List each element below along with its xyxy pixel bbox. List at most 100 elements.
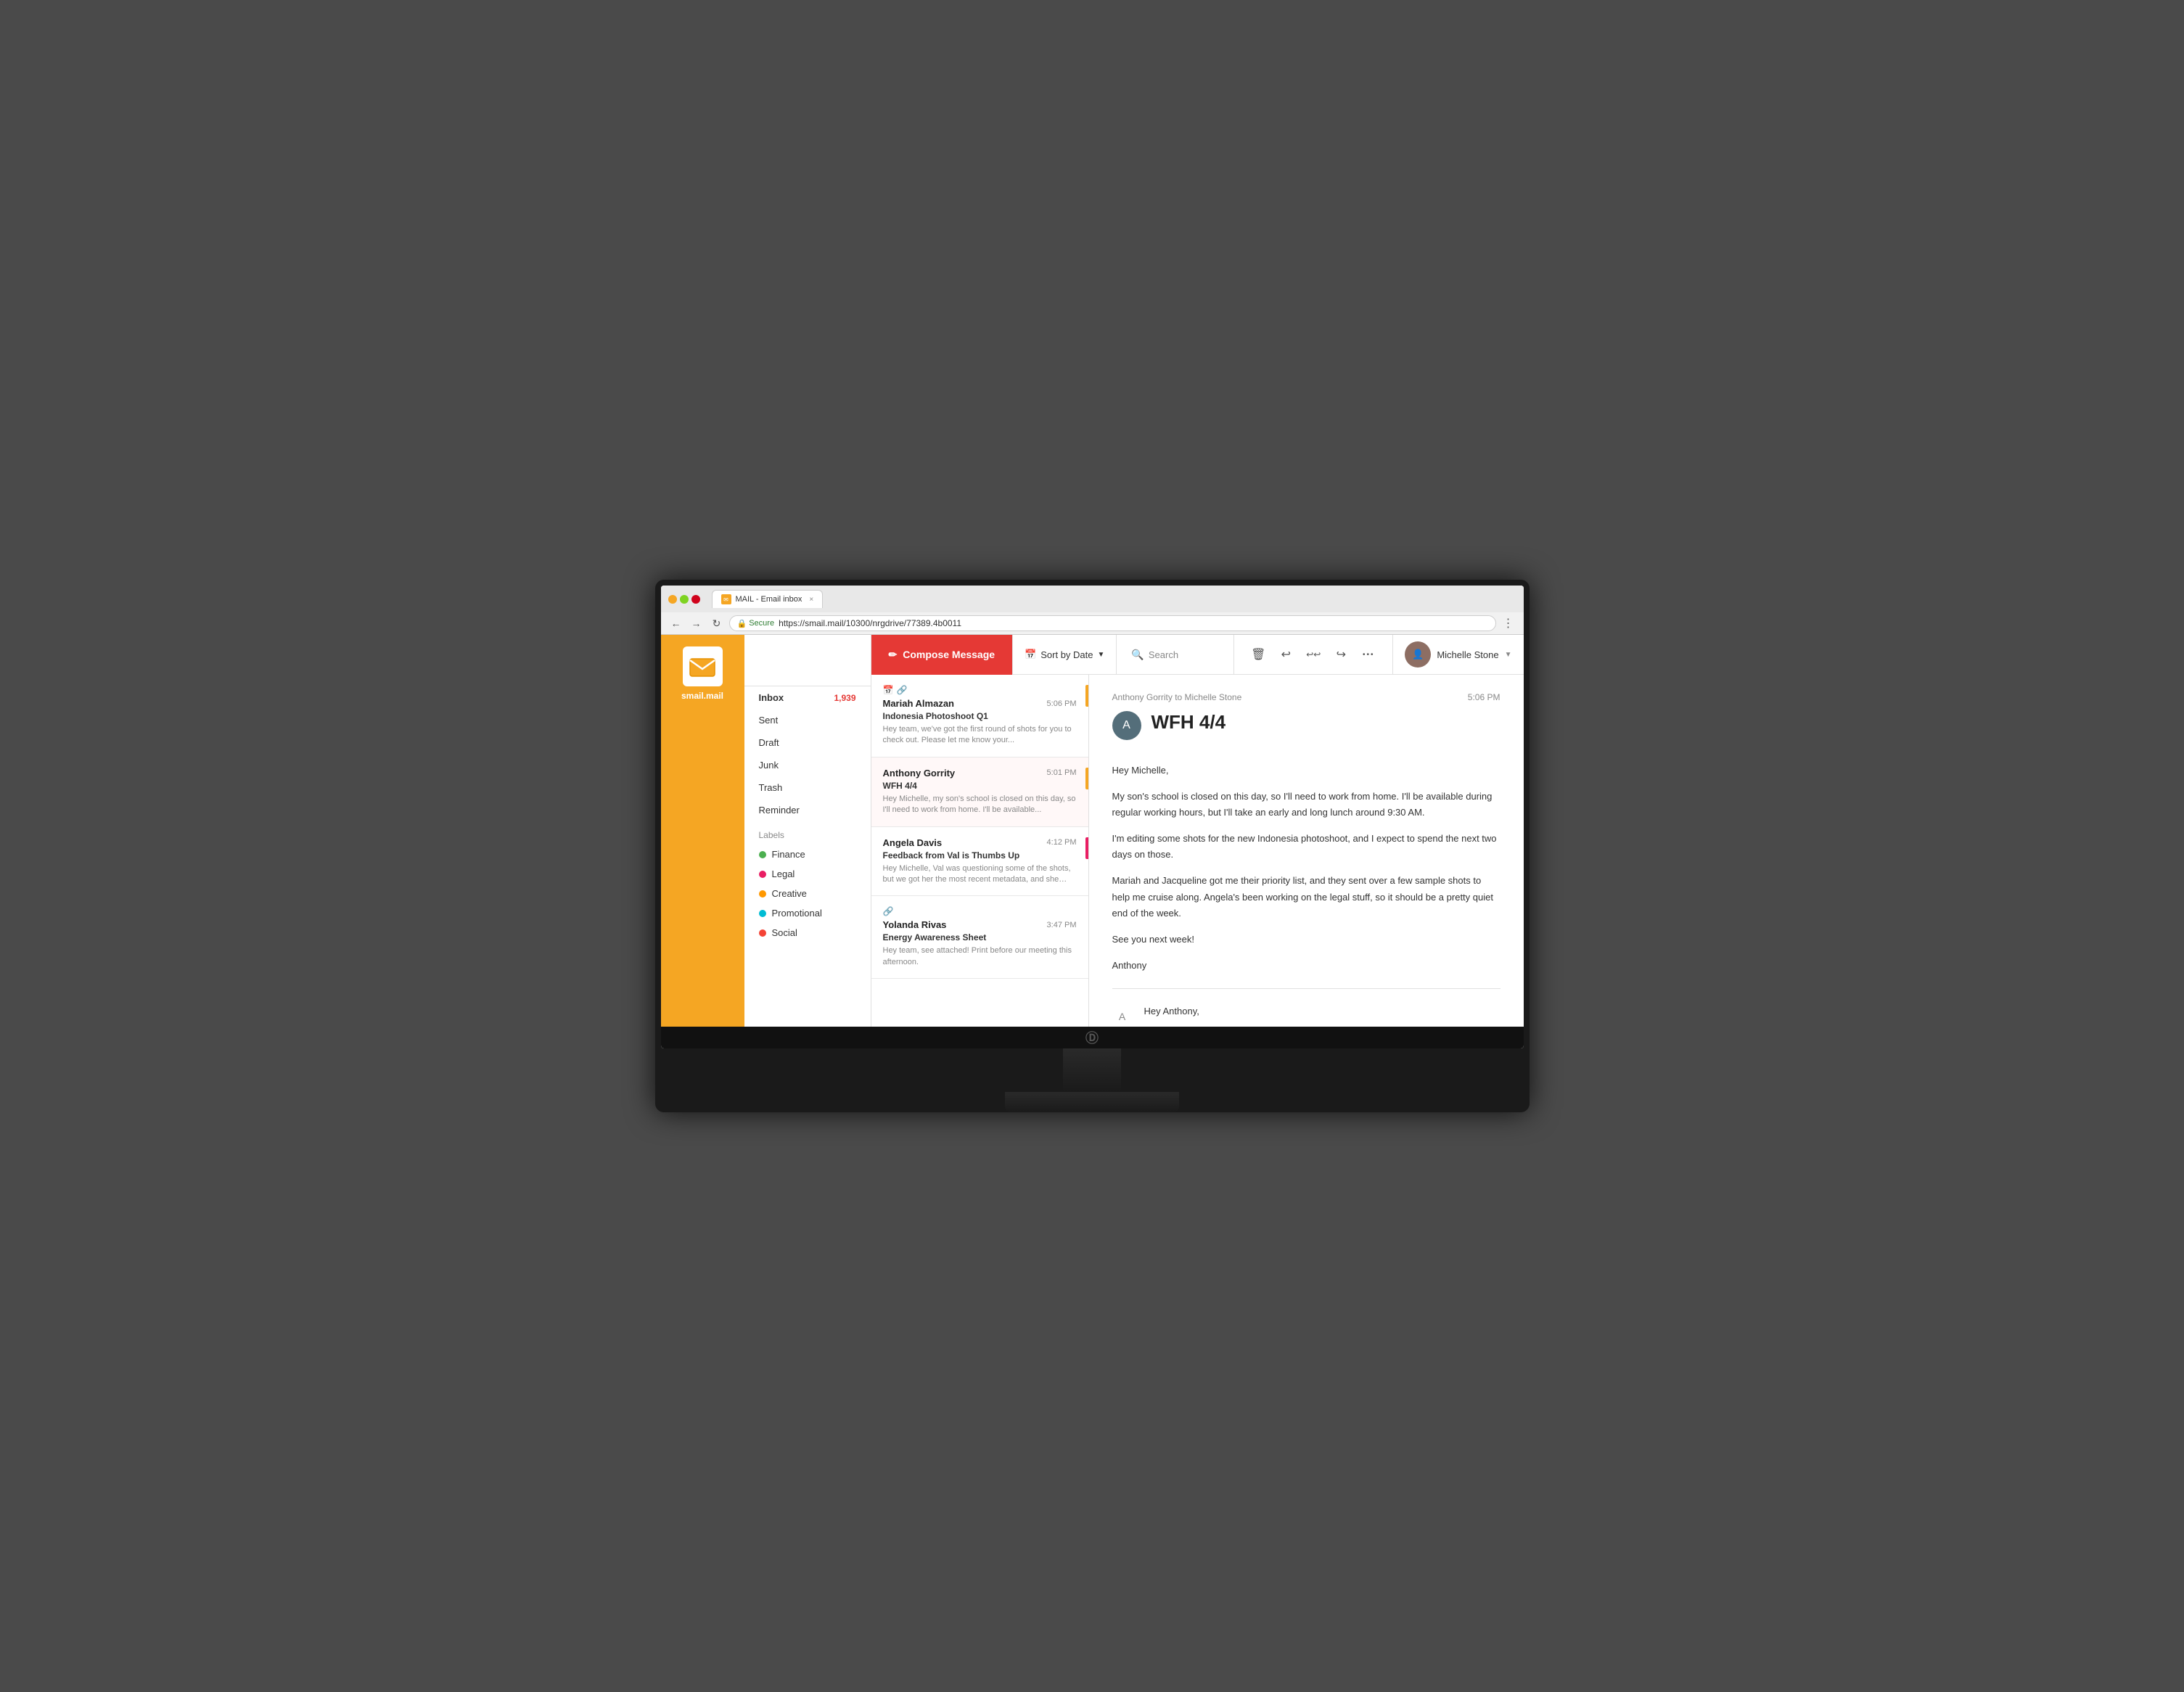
email-detail: Anthony Gorrity to Michelle Stone 5:06 P… bbox=[1089, 675, 1524, 1027]
secure-badge: 🔒 Secure bbox=[737, 619, 775, 628]
more-icon: ••• bbox=[1363, 651, 1375, 659]
email-preview: Hey team, see attached! Print before our… bbox=[883, 945, 1077, 968]
creative-dot bbox=[759, 890, 766, 898]
search-button[interactable]: 🔍 Search bbox=[1117, 635, 1234, 675]
nav-item-inbox[interactable]: Inbox 1,939 bbox=[744, 686, 871, 709]
legal-dot bbox=[759, 871, 766, 878]
inbox-badge: 1,939 bbox=[834, 693, 855, 703]
refresh-button[interactable]: ↻ bbox=[709, 615, 725, 631]
email-list: 📅 🔗 Mariah Almazan 5:06 PM Indonesia Pho… bbox=[871, 675, 1089, 1027]
avatar: 👤 bbox=[1405, 641, 1431, 668]
stand-base bbox=[1005, 1092, 1179, 1112]
label-legal[interactable]: Legal bbox=[744, 864, 871, 884]
promotional-dot bbox=[759, 910, 766, 917]
back-button[interactable]: ← bbox=[668, 615, 684, 631]
tab-title: MAIL - Email inbox bbox=[736, 595, 802, 604]
label-promotional[interactable]: Promotional bbox=[744, 903, 871, 923]
email-sender: Yolanda Rivas bbox=[883, 919, 947, 930]
close-button[interactable] bbox=[691, 595, 700, 604]
link-attachment-icon: 🔗 bbox=[883, 906, 894, 916]
monitor-bottom-bar: Ⓓ bbox=[661, 1027, 1524, 1048]
label-social[interactable]: Social bbox=[744, 923, 871, 942]
email-time: 3:47 PM bbox=[1047, 921, 1077, 929]
minimize-button[interactable] bbox=[668, 595, 677, 604]
brand-name: smail.mail bbox=[681, 691, 723, 701]
more-button[interactable]: ••• bbox=[1356, 642, 1381, 667]
toolbar: ✏ Compose Message 📅 Sort by Date ▼ 🔍 Sea… bbox=[871, 635, 1524, 675]
detail-body: Hey Michelle, My son's school is closed … bbox=[1112, 763, 1501, 974]
email-preview: Hey Michelle, Val was questioning some o… bbox=[883, 863, 1077, 886]
email-preview: Hey Michelle, my son's school is closed … bbox=[883, 794, 1077, 816]
nav-item-reminder[interactable]: Reminder bbox=[744, 799, 871, 821]
email-item[interactable]: Angela Davis 4:12 PM Feedback from Val i… bbox=[871, 827, 1088, 897]
search-icon: 🔍 bbox=[1131, 649, 1144, 661]
address-bar[interactable]: 🔒 Secure https://smail.mail/10300/nrgdri… bbox=[729, 615, 1496, 631]
reply-section: A 🔗 Hey Anthony, Family first! Make sure… bbox=[1112, 1003, 1501, 1027]
maximize-button[interactable] bbox=[680, 595, 689, 604]
social-dot bbox=[759, 929, 766, 937]
email-indicator bbox=[1085, 837, 1088, 859]
browser-tab[interactable]: ✉ MAIL - Email inbox × bbox=[712, 590, 824, 608]
detail-subject: WFH 4/4 bbox=[1151, 711, 1226, 734]
email-item[interactable]: Anthony Gorrity 5:01 PM WFH 4/4 Hey Mich… bbox=[871, 757, 1088, 827]
nav-item-draft[interactable]: Draft bbox=[744, 731, 871, 754]
email-preview: Hey team, we've got the first round of s… bbox=[883, 724, 1077, 747]
email-indicator bbox=[1085, 685, 1088, 707]
delete-icon: 🗑 bbox=[1251, 647, 1265, 662]
finance-dot bbox=[759, 851, 766, 858]
forward-button[interactable]: → bbox=[689, 615, 705, 631]
delete-button[interactable]: 🗑 bbox=[1246, 642, 1270, 667]
hp-logo: Ⓓ bbox=[1085, 1028, 1099, 1047]
email-subject: Indonesia Photoshoot Q1 bbox=[883, 711, 1077, 721]
browser-menu-button[interactable]: ⋮ bbox=[1501, 615, 1516, 631]
sender-avatar: A bbox=[1112, 711, 1141, 740]
email-sender: Anthony Gorrity bbox=[883, 768, 956, 779]
compose-button[interactable]: ✏ Compose Message bbox=[871, 635, 1013, 675]
tab-favicon: ✉ bbox=[721, 594, 731, 604]
calendar-icon: 📅 bbox=[1025, 649, 1036, 660]
labels-section-title: Labels bbox=[744, 821, 871, 845]
sort-button[interactable]: 📅 Sort by Date ▼ bbox=[1012, 635, 1117, 675]
reply-body: Hey Anthony, Family first! Make sure you… bbox=[1144, 1003, 1501, 1027]
brand-sidebar: smail.mail bbox=[661, 635, 744, 1027]
reply-text-icon: A bbox=[1112, 1006, 1133, 1027]
user-name: Michelle Stone bbox=[1437, 649, 1498, 660]
email-time: 5:01 PM bbox=[1047, 768, 1077, 777]
link-attachment-icon: 🔗 bbox=[896, 685, 907, 695]
nav-item-junk[interactable]: Junk bbox=[744, 754, 871, 776]
undo-all-icon: ↩↩ bbox=[1306, 649, 1321, 660]
email-subject: Feedback from Val is Thumbs Up bbox=[883, 850, 1077, 861]
nav-item-trash[interactable]: Trash bbox=[744, 776, 871, 799]
detail-time: 5:06 PM bbox=[1468, 692, 1501, 702]
tab-close-button[interactable]: × bbox=[809, 596, 813, 604]
email-item[interactable]: 📅 🔗 Mariah Almazan 5:06 PM Indonesia Pho… bbox=[871, 675, 1088, 757]
email-time: 5:06 PM bbox=[1047, 699, 1077, 708]
monitor-stand bbox=[661, 1048, 1524, 1112]
label-finance[interactable]: Finance bbox=[744, 845, 871, 864]
label-creative[interactable]: Creative bbox=[744, 884, 871, 903]
nav-item-sent[interactable]: Sent bbox=[744, 709, 871, 731]
url-text: https://smail.mail/10300/nrgdrive/77389.… bbox=[779, 618, 961, 628]
email-sender: Mariah Almazan bbox=[883, 698, 955, 709]
detail-divider bbox=[1112, 988, 1501, 989]
undo-icon: ↩ bbox=[1281, 647, 1291, 662]
email-subject: WFH 4/4 bbox=[883, 781, 1077, 791]
redo-button[interactable]: ↪ bbox=[1329, 642, 1353, 667]
stand-neck bbox=[1063, 1048, 1121, 1092]
brand-logo bbox=[683, 646, 723, 686]
toolbar-actions: 🗑 ↩ ↩↩ ↪ ••• bbox=[1234, 642, 1392, 667]
email-sender: Angela Davis bbox=[883, 837, 943, 848]
undo-button[interactable]: ↩ bbox=[1273, 642, 1298, 667]
email-indicator bbox=[1085, 768, 1088, 789]
calendar-attachment-icon: 📅 bbox=[883, 685, 894, 695]
sort-chevron-icon: ▼ bbox=[1098, 651, 1105, 659]
compose-icon: ✏ bbox=[889, 649, 898, 661]
undo-all-button[interactable]: ↩↩ bbox=[1301, 642, 1326, 667]
redo-icon: ↪ bbox=[1337, 647, 1346, 662]
user-profile[interactable]: 👤 Michelle Stone ▼ bbox=[1392, 635, 1523, 675]
email-time: 4:12 PM bbox=[1047, 838, 1077, 847]
detail-meta: Anthony Gorrity to Michelle Stone bbox=[1112, 692, 1242, 702]
user-chevron-icon: ▼ bbox=[1505, 651, 1512, 659]
email-subject: Energy Awareness Sheet bbox=[883, 932, 1077, 942]
email-item[interactable]: 🔗 Yolanda Rivas 3:47 PM Energy Awareness… bbox=[871, 896, 1088, 979]
